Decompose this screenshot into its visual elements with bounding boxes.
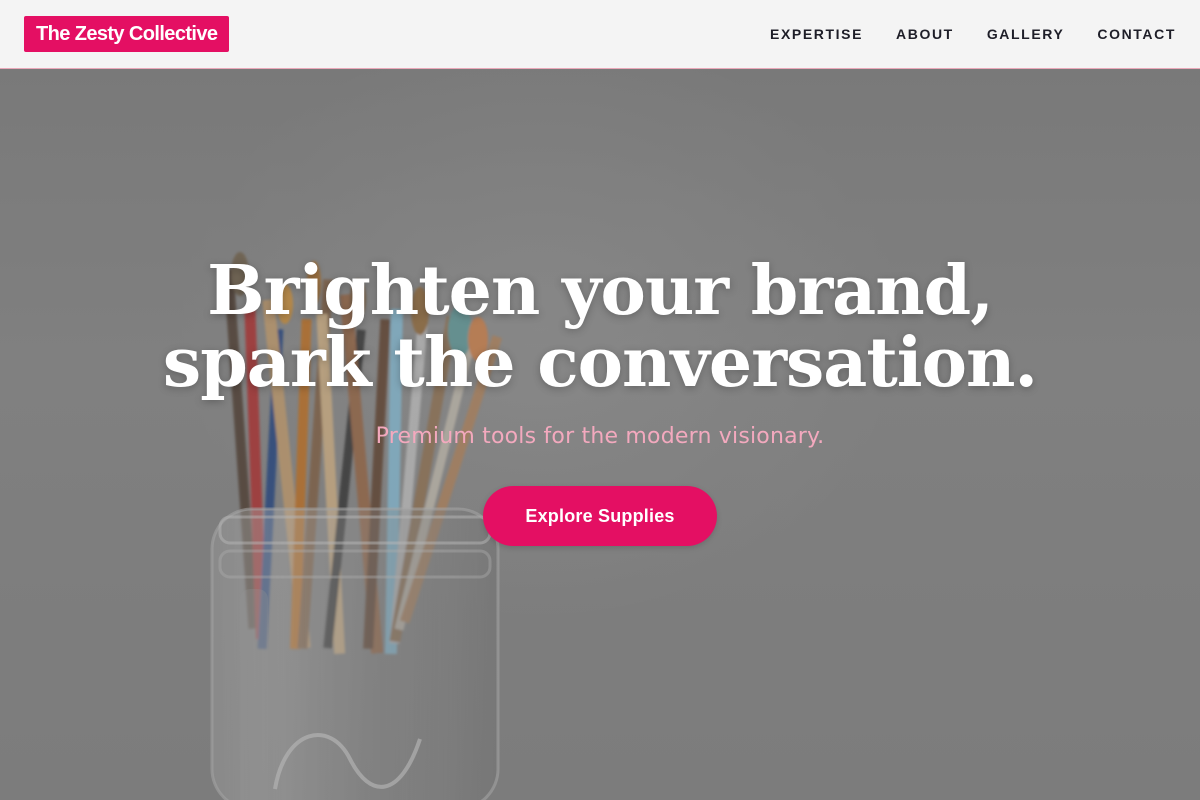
hero-content: Brighten your brand, spark the conversat…: [0, 69, 1200, 800]
hero-title: Brighten your brand, spark the conversat…: [100, 255, 1100, 399]
nav-link-contact[interactable]: CONTACT: [1097, 26, 1176, 42]
hero-subtitle: Premium tools for the modern visionary.: [375, 424, 825, 449]
hero-title-line-1: Brighten your brand,: [207, 251, 994, 331]
explore-supplies-button[interactable]: Explore Supplies: [483, 486, 717, 546]
nav-link-about[interactable]: ABOUT: [896, 26, 954, 42]
nav-link-gallery[interactable]: GALLERY: [987, 26, 1065, 42]
hero-title-line-2: spark the conversation.: [162, 323, 1038, 403]
nav-link-expertise[interactable]: EXPERTISE: [770, 26, 863, 42]
top-navigation-bar: The Zesty Collective EXPERTISE ABOUT GAL…: [0, 0, 1200, 69]
main-nav: EXPERTISE ABOUT GALLERY CONTACT: [770, 0, 1176, 68]
hero-section: Brighten your brand, spark the conversat…: [0, 69, 1200, 800]
brand-logo[interactable]: The Zesty Collective: [24, 16, 230, 52]
